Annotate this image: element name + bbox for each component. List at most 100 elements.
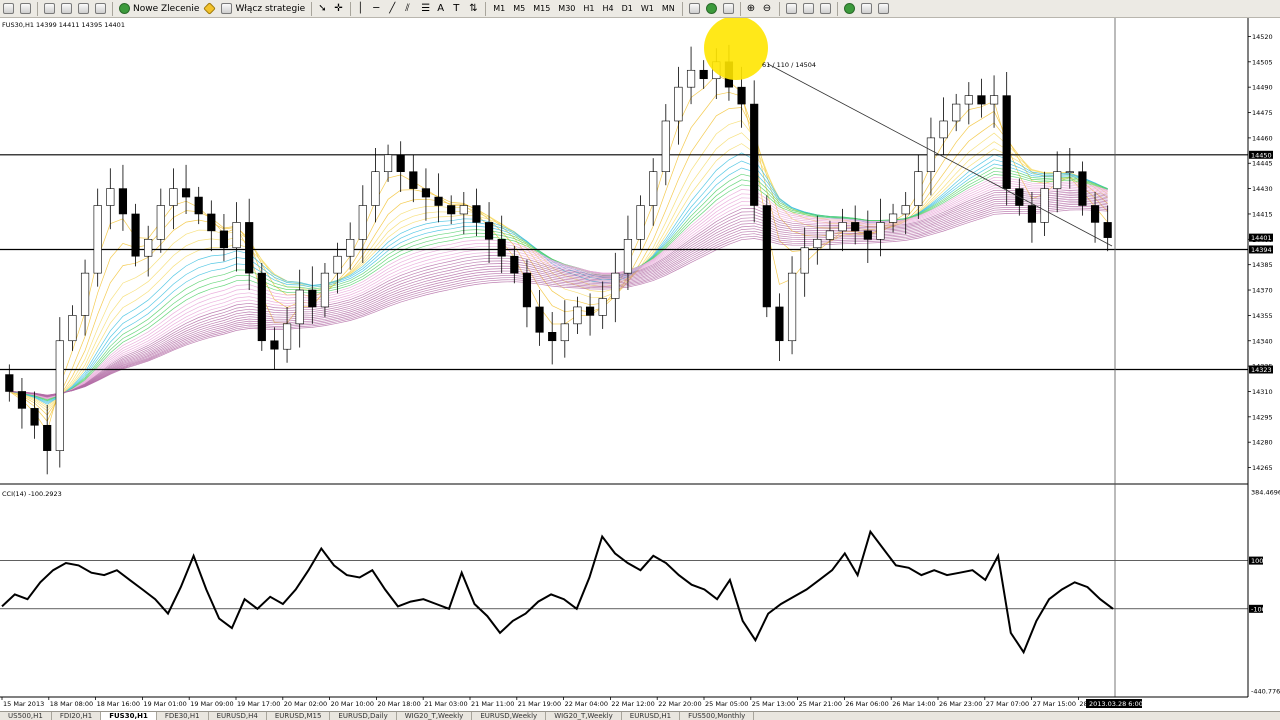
candle-body: [409, 171, 418, 189]
cci-series: [1, 529, 1114, 655]
timeframe-h4[interactable]: H4: [599, 1, 618, 17]
fibonacci-tool-icon[interactable]: ☰: [418, 1, 434, 17]
candle-body: [1027, 205, 1037, 223]
zoom-out-icon[interactable]: ⊖: [760, 1, 776, 17]
chart-tab[interactable]: EURUSD,M15: [267, 712, 331, 720]
chart-tab-active[interactable]: FUS30,H1: [101, 712, 157, 720]
chart-area[interactable]: 61 / 110 / 14504 FUS30,H1 14399 14411 14…: [0, 18, 1280, 711]
time-tick-label: 21 Mar 11:00: [471, 700, 514, 708]
time-tick-label: 21 Mar 03:00: [424, 700, 467, 708]
cursor-highlight: [704, 18, 768, 80]
bar-chart-icon[interactable]: [686, 1, 703, 17]
chart-tab[interactable]: EURUSD,H4: [209, 712, 267, 720]
price-tick-label: 14430: [1252, 185, 1273, 193]
candle-body: [346, 239, 355, 257]
candle-body: [863, 230, 872, 240]
ma-line: [9, 197, 1108, 397]
candle-body: [926, 137, 936, 172]
file-menu-icon[interactable]: [0, 1, 17, 17]
ma-line: [9, 206, 1108, 396]
timeframe-m30[interactable]: M30: [554, 1, 579, 17]
cursor-tool-icon[interactable]: ➘: [315, 1, 331, 17]
timeframe-m1[interactable]: M1: [489, 1, 509, 17]
time-tick-label: 22 Mar 12:00: [611, 700, 654, 708]
metaeditor-icon[interactable]: [202, 1, 218, 17]
arrows-tool-icon[interactable]: ⇅: [466, 1, 482, 17]
chart-tab[interactable]: FDI20,H1: [52, 712, 102, 720]
timeframe-m15[interactable]: M15: [529, 1, 554, 17]
indicators-icon[interactable]: [841, 1, 858, 17]
templates-icon[interactable]: [875, 1, 892, 17]
candle-body: [1103, 222, 1112, 238]
candle-body: [358, 205, 367, 240]
separator: [112, 1, 113, 16]
price-tick-label: 14370: [1252, 287, 1273, 295]
candle-body: [649, 171, 658, 206]
tile-windows-icon[interactable]: [783, 1, 800, 17]
label-tool-icon[interactable]: T: [450, 1, 466, 17]
fibo-annotation: 61 / 110 / 14504: [762, 61, 816, 69]
price-tick-label: 14355: [1252, 312, 1273, 320]
price-tag-label: 14450: [1251, 151, 1272, 159]
cci-tick-label: -100: [1251, 605, 1266, 613]
chart-tab[interactable]: FDE30,H1: [157, 712, 209, 720]
chart-tab[interactable]: EURUSD,Daily: [330, 712, 397, 720]
timeframe-m5[interactable]: M5: [509, 1, 529, 17]
candle-body: [699, 69, 708, 80]
candle-body: [573, 306, 582, 325]
timeframe-mn[interactable]: MN: [658, 1, 679, 17]
candle-body: [775, 306, 784, 342]
time-tick-label: 25 Mar 21:00: [799, 700, 842, 708]
time-axis[interactable]: 15 Mar 2013 18 Mar 08:00 18 Mar 16:00 19 Ma…: [1, 697, 1088, 708]
chart-properties-icon[interactable]: [41, 1, 58, 17]
line-chart-icon[interactable]: [720, 1, 737, 17]
autotrading-button[interactable]: Włącz strategie: [218, 1, 308, 17]
zoom-in-icon[interactable]: ⊕: [744, 1, 760, 17]
chart-tab[interactable]: EURUSD,Weekly: [472, 712, 547, 720]
time-tick-label: 19 Mar 09:00: [190, 700, 233, 708]
candle-body: [169, 188, 178, 206]
candle-body: [661, 120, 670, 172]
chart-tab[interactable]: US500,H1: [0, 712, 52, 720]
chart-tab[interactable]: WIG20_T,Weekly: [546, 712, 622, 720]
cci-tick-label: 384.4696: [1251, 489, 1280, 497]
crosshair-tool-icon[interactable]: ✛: [331, 1, 347, 17]
chart-tab[interactable]: EURUSD,H1: [622, 712, 681, 720]
candle-body: [421, 188, 431, 198]
ma-line: [9, 107, 1108, 416]
autoscroll-icon[interactable]: [800, 1, 817, 17]
timeframe-d1[interactable]: D1: [618, 1, 637, 17]
time-tick-label: 22 Mar 20:00: [658, 700, 701, 708]
chart-shift-icon[interactable]: [817, 1, 834, 17]
ma-line: [9, 182, 1108, 399]
time-tick-label: 25 Mar 05:00: [705, 700, 748, 708]
candle-body: [118, 188, 128, 215]
timeframe-w1[interactable]: W1: [637, 1, 658, 17]
price-tick-label: 14445: [1252, 160, 1273, 168]
periods-icon[interactable]: [858, 1, 875, 17]
new-order-button[interactable]: Nowe Zlecenie: [116, 1, 202, 17]
channel-tool-icon[interactable]: ⫽: [402, 1, 418, 17]
candle-body: [876, 222, 885, 240]
separator: [836, 1, 838, 16]
chart-tab[interactable]: WIG20_T,Weekly: [397, 712, 473, 720]
zoom-icon[interactable]: [92, 1, 109, 17]
vertical-line-tool-icon[interactable]: │: [354, 1, 370, 17]
chart-tab[interactable]: FUS500,Monthly: [680, 712, 755, 720]
candle-body: [447, 205, 456, 215]
price-tick-label: 14505: [1252, 58, 1273, 66]
folder-icon[interactable]: [75, 1, 92, 17]
candle-body: [522, 272, 532, 308]
navigator-icon[interactable]: [58, 1, 75, 17]
horizontal-line-tool-icon[interactable]: ─: [370, 1, 386, 17]
profiles-icon[interactable]: [17, 1, 34, 17]
candle-body: [977, 95, 986, 105]
time-tick-label: 26 Mar 06:00: [845, 700, 888, 708]
timeframe-h1[interactable]: H1: [579, 1, 598, 17]
text-tool-icon[interactable]: A: [434, 1, 450, 17]
separator: [37, 1, 38, 16]
candle-body: [800, 247, 809, 274]
candlestick-chart-icon[interactable]: [703, 1, 720, 17]
candle-body: [156, 205, 165, 240]
trendline-tool-icon[interactable]: ╱: [386, 1, 402, 17]
